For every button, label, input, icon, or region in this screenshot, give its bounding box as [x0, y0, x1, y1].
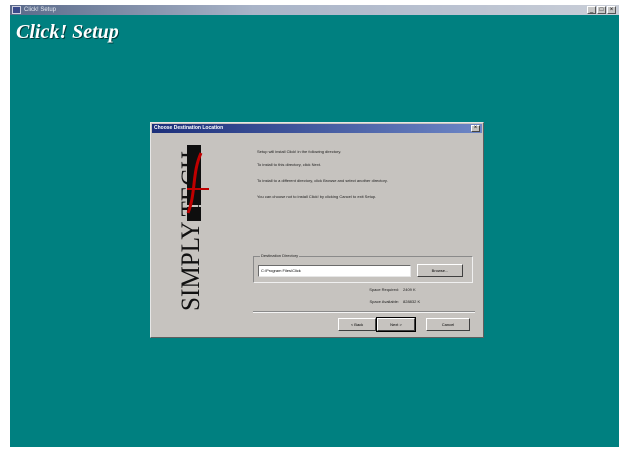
setup-brand-title: Click! Setup: [16, 21, 119, 43]
browse-button[interactable]: Browse...: [417, 264, 463, 277]
instruction-line: To install to this directory, click Next…: [257, 162, 321, 167]
close-button[interactable]: ×: [607, 6, 616, 14]
space-required-value: 2409 K: [403, 287, 416, 292]
back-button[interactable]: < Back: [338, 318, 376, 331]
button-separator: [253, 311, 475, 313]
destination-path-field[interactable]: C:\Program Files\Click: [258, 265, 411, 277]
window-title: Click! Setup: [24, 7, 57, 13]
dialog-title-bar[interactable]: Choose Destination Location ×: [152, 124, 482, 133]
instruction-line: Setup will install Click! in the followi…: [257, 149, 342, 154]
simply-tech-logo: SIMPLY TECH: [176, 145, 209, 311]
minimize-button[interactable]: _: [587, 6, 596, 14]
space-available-value: 828832 K: [403, 299, 421, 304]
dialog-title: Choose Destination Location: [154, 125, 224, 131]
choose-destination-dialog: Choose Destination Location × SIMPLY TEC…: [150, 122, 484, 338]
setup-background: Click! Setup _ □ × Click! Setup Choose D…: [10, 5, 619, 447]
window-title-bar[interactable]: Click! Setup _ □ ×: [10, 5, 619, 15]
space-available-label: Space Available:: [369, 299, 399, 304]
dialog-close-button[interactable]: ×: [471, 125, 480, 132]
space-required-label: Space Required:: [369, 287, 399, 292]
cancel-button[interactable]: Cancel: [426, 318, 470, 331]
destination-directory-label: Destination Directory: [260, 253, 300, 258]
maximize-button[interactable]: □: [597, 6, 606, 14]
instruction-line: To install to a different directory, cli…: [257, 178, 388, 183]
setup-app-icon: [12, 6, 21, 14]
next-button[interactable]: Next >: [376, 317, 416, 332]
instruction-line: You can choose not to install Click! by …: [257, 194, 377, 199]
